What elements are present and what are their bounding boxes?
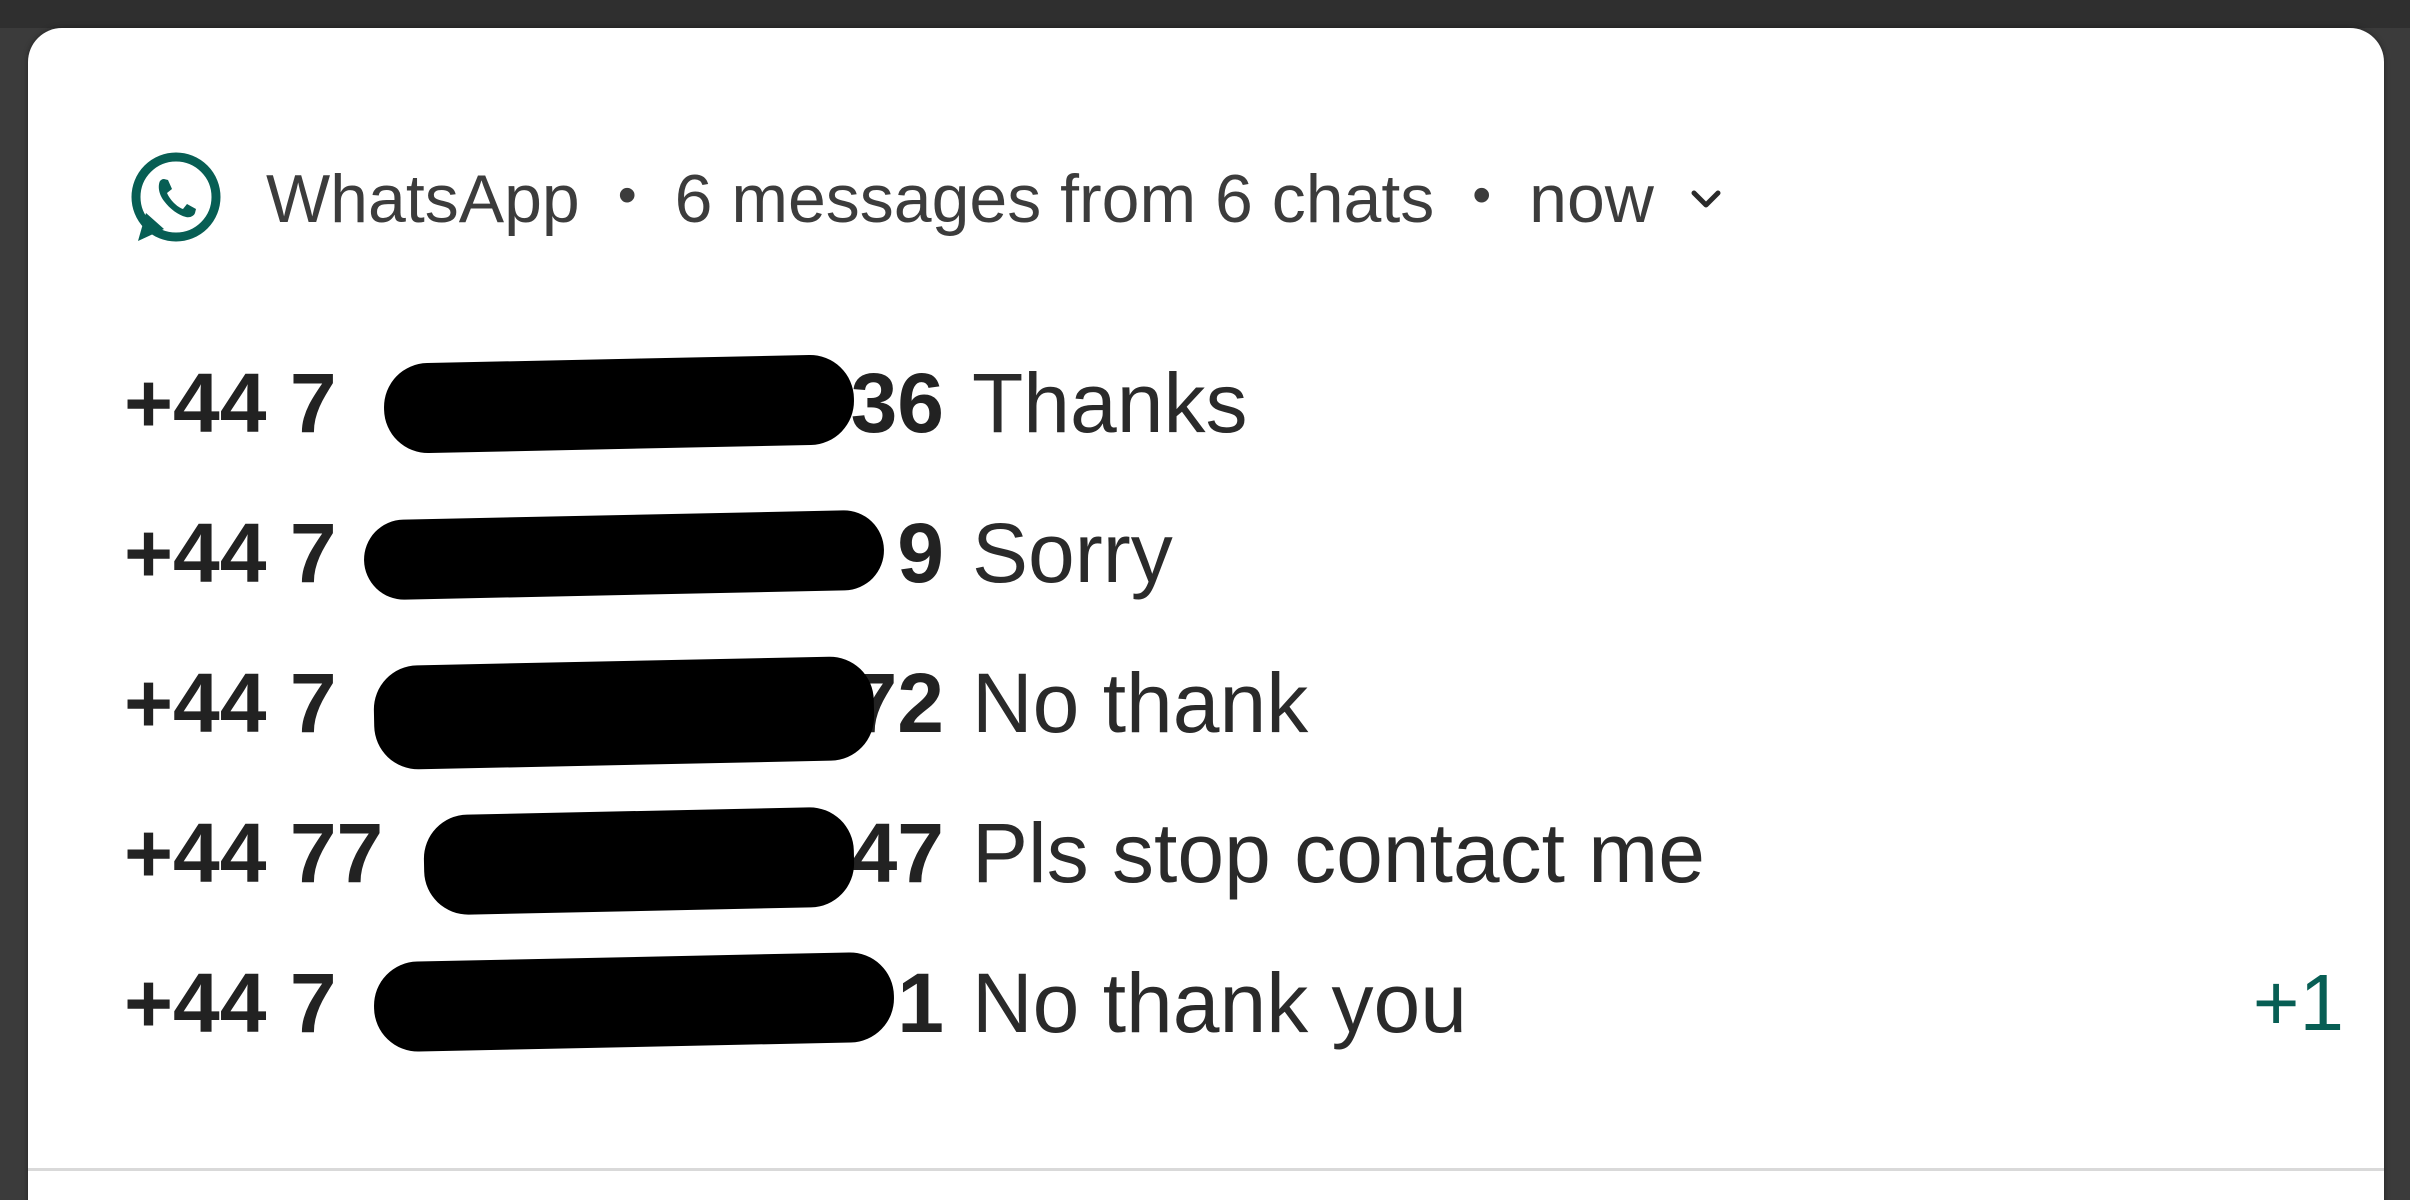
notification-summary: 6 messages from 6 chats bbox=[674, 161, 1435, 237]
divider bbox=[28, 1168, 2384, 1171]
app-name: WhatsApp bbox=[266, 161, 580, 237]
redaction-mark bbox=[423, 806, 855, 915]
message-row[interactable]: +44 77 47 Pls stop contact me bbox=[124, 778, 2344, 928]
whatsapp-icon bbox=[124, 149, 224, 249]
message-text: No thank bbox=[972, 655, 1309, 750]
sender-number: +44 7 1 bbox=[124, 951, 944, 1052]
message-text: No thank you bbox=[972, 955, 1467, 1050]
message-list: +44 7 36 Thanks +44 7 9 Sorry +44 7 72 N… bbox=[124, 328, 2344, 1078]
sender-number: +44 7 36 bbox=[124, 353, 944, 454]
sender-prefix: +44 7 bbox=[124, 505, 337, 600]
sender-number: +44 7 9 bbox=[124, 505, 944, 602]
sender-number: +44 77 47 bbox=[124, 805, 944, 915]
message-row[interactable]: +44 7 9 Sorry bbox=[124, 478, 2344, 628]
sender-number: +44 7 72 bbox=[124, 655, 944, 770]
separator-dot: • bbox=[617, 165, 637, 225]
sender-prefix: +44 7 bbox=[124, 655, 337, 750]
sender-prefix: +44 7 bbox=[124, 955, 337, 1050]
notification-time: now bbox=[1529, 161, 1654, 237]
sender-suffix: 9 bbox=[897, 505, 944, 600]
separator-dot: • bbox=[1472, 165, 1492, 225]
sender-prefix: +44 77 bbox=[124, 805, 384, 900]
sender-prefix: +44 7 bbox=[124, 355, 337, 450]
message-text: Thanks bbox=[972, 355, 1248, 450]
notification-card[interactable]: WhatsApp • 6 messages from 6 chats • now… bbox=[28, 28, 2384, 1200]
redaction-mark bbox=[372, 655, 876, 770]
chevron-down-icon[interactable] bbox=[1684, 177, 1728, 221]
message-text: Pls stop contact me bbox=[972, 805, 1705, 900]
redaction-mark bbox=[363, 509, 885, 600]
sender-suffix: 47 bbox=[850, 805, 944, 900]
notification-header[interactable]: WhatsApp • 6 messages from 6 chats • now bbox=[124, 144, 1728, 254]
sender-suffix: 1 bbox=[897, 955, 944, 1050]
more-messages-count[interactable]: +1 bbox=[2253, 957, 2344, 1049]
message-text: Sorry bbox=[972, 505, 1173, 600]
sender-suffix: 36 bbox=[850, 355, 944, 450]
redaction-mark bbox=[383, 353, 855, 454]
screen: WhatsApp • 6 messages from 6 chats • now… bbox=[0, 0, 2410, 1200]
message-row[interactable]: +44 7 72 No thank bbox=[124, 628, 2344, 778]
message-row[interactable]: +44 7 1 No thank you +1 bbox=[124, 928, 2344, 1078]
message-row[interactable]: +44 7 36 Thanks bbox=[124, 328, 2344, 478]
redaction-mark bbox=[373, 951, 895, 1052]
status-bar-edge bbox=[0, 0, 2410, 28]
